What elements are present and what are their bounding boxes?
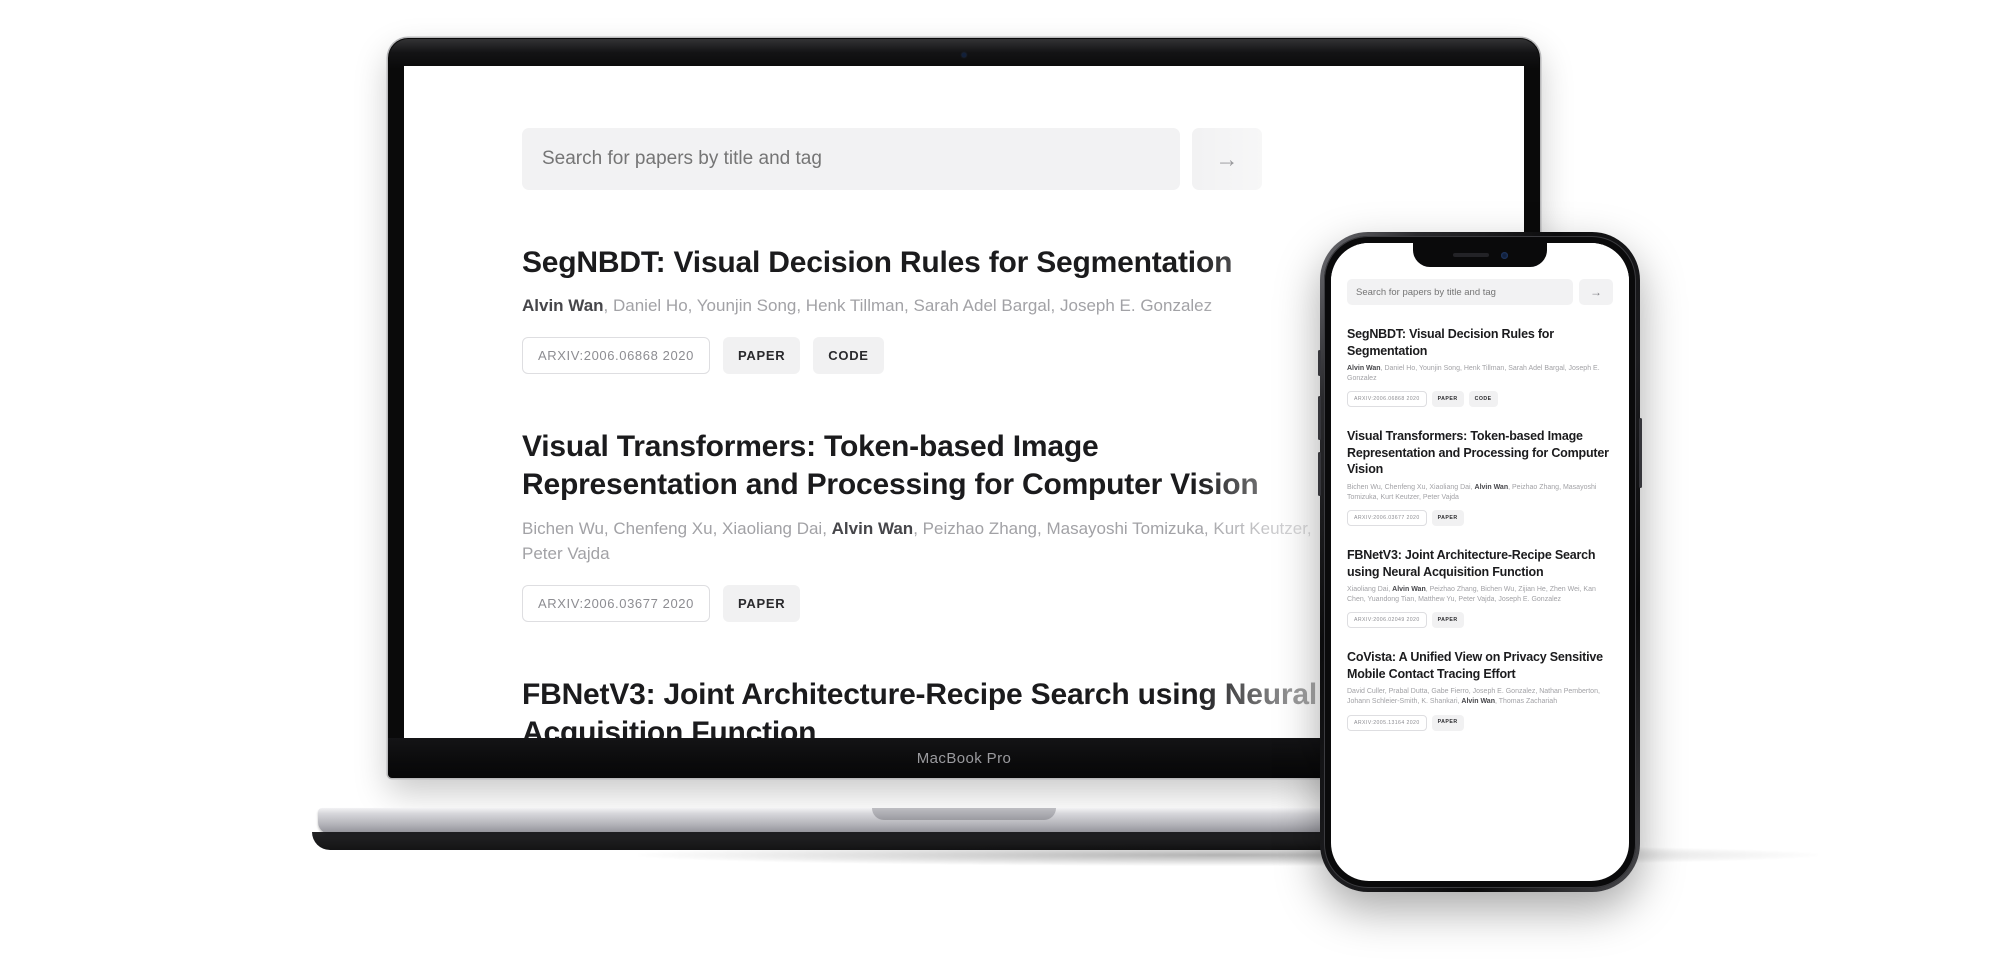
authors-prefix: Bichen Wu, Chenfeng Xu, Xiaoliang Dai, <box>1347 483 1475 491</box>
laptop-webcam-icon <box>962 53 966 57</box>
phone-mute-switch[interactable] <box>1318 350 1321 376</box>
paper-link-tag[interactable]: PAPER <box>722 584 801 622</box>
paper-title: Visual Transformers: Token-based Image R… <box>1347 429 1609 477</box>
search-bar-phone: → <box>1347 279 1613 305</box>
paper-link-tag[interactable]: PAPER <box>1431 510 1464 527</box>
phone-notch <box>1413 243 1547 267</box>
authors-suffix: , Daniel Ho, Younjin Song, Henk Tillman,… <box>603 296 1213 316</box>
paper-authors: David Culler, Prabal Dutta, Gabe Fierro,… <box>1347 687 1613 707</box>
laptop-base-notch <box>872 808 1056 820</box>
laptop-shadow <box>638 844 1818 866</box>
arxiv-tag[interactable]: ARXIV:2006.03677 2020 <box>522 584 710 622</box>
paper-list-item[interactable]: SegNBDT: Visual Decision Rules for Segme… <box>1347 326 1613 408</box>
phone-screen: → SegNBDT: Visual Decision Rules for Seg… <box>1331 243 1629 881</box>
paper-list-item[interactable]: SegNBDT: Visual Decision Rules for Segme… <box>522 244 1322 374</box>
paper-tag-row: ARXIV:2006.03677 2020 PAPER <box>522 584 1322 622</box>
paper-tag-row: ARXIV:2006.03677 2020 PAPER <box>1347 510 1613 527</box>
author-highlight: Alvin Wan <box>1347 365 1381 372</box>
phone-speaker-icon <box>1452 253 1489 257</box>
paper-link-tag[interactable]: PAPER <box>1431 391 1464 408</box>
paper-list-item[interactable]: CoVista: A Unified View on Privacy Sensi… <box>1347 649 1613 731</box>
paper-tag-row: ARXIV:2006.02049 2020 PAPER <box>1347 612 1613 629</box>
arxiv-tag[interactable]: ARXIV:2005.13164 2020 <box>1347 714 1427 731</box>
paper-list-item[interactable]: FBNetV3: Joint Architecture-Recipe Searc… <box>1347 547 1613 629</box>
author-highlight: Alvin Wan <box>1474 483 1509 491</box>
paper-list-item[interactable]: FBNetV3: Joint Architecture-Recipe Searc… <box>522 676 1322 738</box>
arxiv-tag[interactable]: ARXIV:2006.06868 2020 <box>522 336 710 374</box>
author-highlight: Alvin Wan <box>522 296 604 316</box>
paper-title: SegNBDT: Visual Decision Rules for Segme… <box>1347 327 1554 358</box>
authors-prefix: Bichen Wu, Chenfeng Xu, Xiaoliang Dai, <box>522 518 832 538</box>
search-submit-button-mobile[interactable]: → <box>1579 279 1613 305</box>
macbook-pro-label: MacBook Pro <box>916 749 1012 767</box>
author-highlight: Alvin Wan <box>1392 586 1426 594</box>
paper-link-tag[interactable]: PAPER <box>1431 714 1464 731</box>
search-bar-laptop: → <box>522 128 1262 190</box>
paper-authors: Xiaoliang Dai, Alvin Wan, Peizhao Zhang,… <box>1347 585 1613 605</box>
code-link-tag[interactable]: CODE <box>813 336 884 374</box>
paper-tag-row: ARXIV:2006.06868 2020 PAPER CODE <box>522 336 1322 374</box>
screenshot-stage: → SegNBDT: Visual Decision Rules for Seg… <box>0 0 2000 960</box>
phone-volume-down-button[interactable] <box>1318 452 1321 496</box>
paper-link-tag[interactable]: PAPER <box>722 336 801 374</box>
author-highlight: Alvin Wan <box>831 518 914 538</box>
arrow-right-icon: → <box>1590 285 1602 299</box>
arxiv-tag[interactable]: ARXIV:2006.03677 2020 <box>1347 510 1427 527</box>
iphone-device: → SegNBDT: Visual Decision Rules for Seg… <box>1318 232 1642 892</box>
webpage-phone: → SegNBDT: Visual Decision Rules for Seg… <box>1331 243 1629 731</box>
paper-tag-row: ARXIV:2006.06868 2020 PAPER CODE <box>1347 391 1613 408</box>
authors-prefix: Xiaoliang Dai, <box>1347 586 1393 594</box>
paper-title: FBNetV3: Joint Architecture-Recipe Searc… <box>522 677 1317 738</box>
paper-authors: Bichen Wu, Chenfeng Xu, Xiaoliang Dai, A… <box>522 516 1322 567</box>
paper-authors: Alvin Wan, Daniel Ho, Younjin Song, Henk… <box>522 293 1322 319</box>
paper-list-item[interactable]: Visual Transformers: Token-based Image R… <box>522 428 1322 622</box>
paper-title: Visual Transformers: Token-based Image R… <box>522 429 1259 502</box>
phone-front-camera-icon <box>1500 251 1508 259</box>
search-input[interactable] <box>522 128 1180 190</box>
code-link-tag[interactable]: CODE <box>1468 391 1498 408</box>
paper-title: CoVista: A Unified View on Privacy Sensi… <box>1347 650 1603 681</box>
paper-link-tag[interactable]: PAPER <box>1431 612 1464 629</box>
authors-suffix: , Daniel Ho, Younjin Song, Henk Tillman,… <box>1347 365 1600 383</box>
paper-title: SegNBDT: Visual Decision Rules for Segme… <box>522 246 1233 279</box>
phone-volume-up-button[interactable] <box>1318 396 1321 440</box>
paper-authors: Alvin Wan, Daniel Ho, Younjin Song, Henk… <box>1347 364 1613 384</box>
paper-title: FBNetV3: Joint Architecture-Recipe Searc… <box>1347 548 1596 579</box>
arrow-right-icon: → <box>1215 145 1239 172</box>
paper-list-item[interactable]: Visual Transformers: Token-based Image R… <box>1347 428 1613 527</box>
arxiv-tag[interactable]: ARXIV:2006.06868 2020 <box>1347 391 1427 408</box>
phone-power-button[interactable] <box>1639 418 1642 488</box>
search-input-mobile[interactable] <box>1347 279 1573 305</box>
paper-authors: Bichen Wu, Chenfeng Xu, Xiaoliang Dai, A… <box>1347 483 1613 503</box>
authors-suffix: , Thomas Zachariah <box>1494 698 1558 706</box>
paper-tag-row: ARXIV:2005.13164 2020 PAPER <box>1347 714 1613 731</box>
author-highlight: Alvin Wan <box>1461 698 1495 706</box>
search-submit-button[interactable]: → <box>1192 128 1262 190</box>
arxiv-tag[interactable]: ARXIV:2006.02049 2020 <box>1347 612 1427 629</box>
